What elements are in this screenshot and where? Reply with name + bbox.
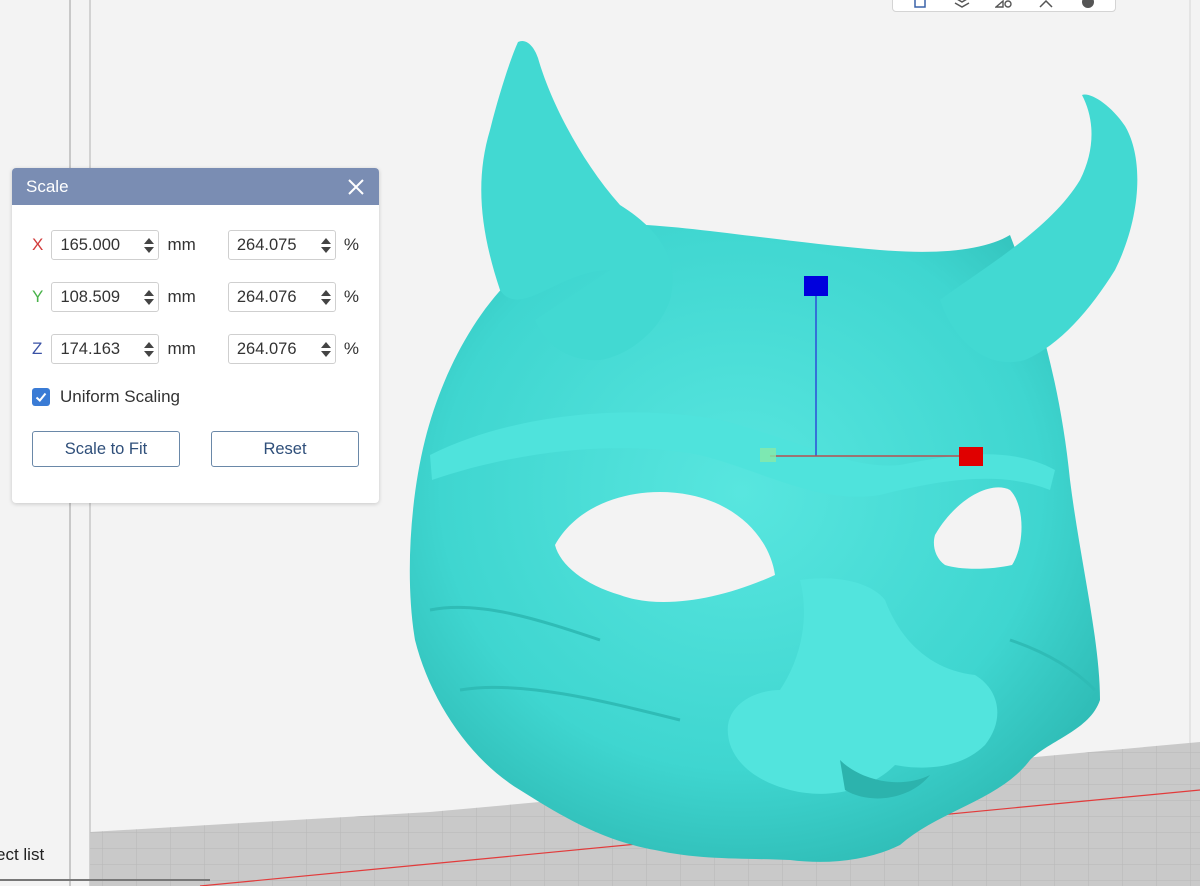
percent-unit-label: % [343, 339, 359, 358]
increment-icon[interactable] [320, 341, 331, 348]
y-mm-stepper[interactable] [51, 282, 160, 312]
decrement-icon[interactable] [144, 298, 155, 305]
mm-unit-label: mm [167, 339, 196, 358]
x-mm-input[interactable] [52, 235, 141, 255]
percent-unit-label: % [343, 287, 359, 306]
axis-label-z: Z [32, 339, 43, 358]
scale-row-x: X mm % [32, 219, 359, 271]
decrement-icon[interactable] [320, 350, 331, 357]
increment-icon[interactable] [144, 341, 155, 348]
x-percent-input[interactable] [228, 235, 317, 255]
view-icon[interactable] [995, 0, 1013, 9]
decrement-icon[interactable] [320, 298, 331, 305]
uniform-scaling-option[interactable]: Uniform Scaling [32, 373, 359, 421]
arrange-icon[interactable] [1037, 0, 1055, 9]
mm-unit-label: mm [167, 235, 196, 254]
x-mm-stepper[interactable] [51, 230, 160, 260]
view-toolbar [892, 0, 1116, 12]
help-icon[interactable] [1079, 0, 1097, 9]
z-percent-stepper[interactable] [227, 334, 336, 364]
checkmark-icon [35, 392, 47, 402]
increment-icon[interactable] [320, 237, 331, 244]
gizmo-y-handle[interactable] [760, 448, 776, 462]
uniform-scaling-checkbox[interactable] [32, 388, 50, 406]
mm-unit-label: mm [167, 287, 196, 306]
uniform-scaling-label: Uniform Scaling [60, 387, 180, 406]
z-mm-stepper[interactable] [51, 334, 160, 364]
object-list-label[interactable]: ect list [0, 845, 44, 865]
reset-button[interactable]: Reset [211, 431, 359, 467]
increment-icon[interactable] [144, 237, 155, 244]
scale-to-fit-button[interactable]: Scale to Fit [32, 431, 180, 467]
y-percent-stepper[interactable] [227, 282, 336, 312]
decrement-icon[interactable] [144, 246, 155, 253]
gizmo-x-handle[interactable] [959, 447, 983, 466]
y-percent-input[interactable] [228, 287, 317, 307]
scale-panel: Scale X mm [12, 168, 379, 503]
scale-panel-title: Scale [26, 176, 69, 196]
scale-row-z: Z mm % [32, 323, 359, 375]
gizmo-z-handle[interactable] [804, 276, 828, 296]
axis-label-x: X [32, 235, 44, 254]
close-icon[interactable] [345, 176, 367, 198]
percent-unit-label: % [343, 235, 359, 254]
3d-viewport[interactable]: Scale X mm [0, 0, 1200, 886]
layers-icon[interactable] [953, 0, 971, 9]
axis-label-y: Y [32, 287, 44, 306]
z-percent-input[interactable] [228, 339, 317, 359]
x-percent-stepper[interactable] [227, 230, 336, 260]
z-mm-input[interactable] [52, 339, 141, 359]
cube-icon[interactable] [911, 0, 929, 9]
decrement-icon[interactable] [320, 246, 331, 253]
y-mm-input[interactable] [52, 287, 141, 307]
scale-row-y: Y mm % [32, 271, 359, 323]
scale-panel-header: Scale [12, 168, 379, 205]
decrement-icon[interactable] [144, 350, 155, 357]
increment-icon[interactable] [144, 289, 155, 296]
increment-icon[interactable] [320, 289, 331, 296]
